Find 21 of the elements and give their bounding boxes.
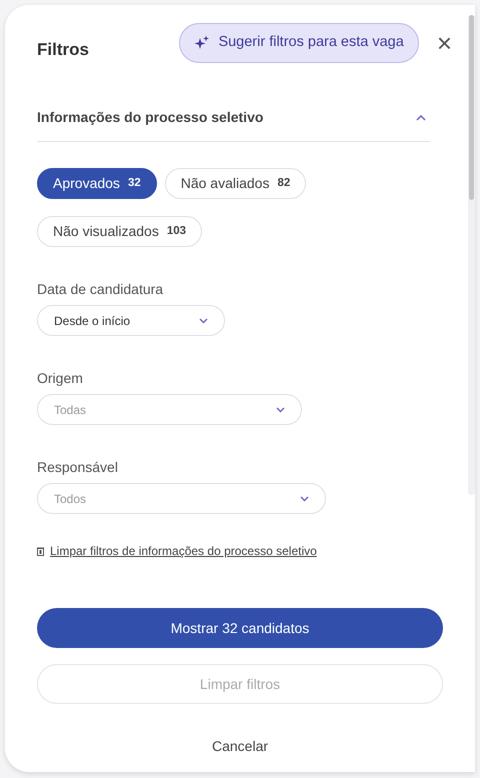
close-button[interactable]: ×	[436, 30, 452, 56]
show-candidates-button[interactable]: Mostrar 32 candidatos	[37, 608, 443, 648]
sparkle-icon	[194, 35, 210, 51]
chevron-up-icon[interactable]	[416, 114, 426, 120]
section-title: Informações do processo seletivo	[37, 108, 264, 127]
filter-chip[interactable]: Não avaliados 82	[164, 168, 306, 199]
filter-chip[interactable]: Aprovados 32	[37, 168, 157, 199]
clear-section-link[interactable]: Limpar filtros de informações do processo seletivo	[50, 542, 317, 560]
field-label: Data de candidatura	[37, 280, 164, 299]
scrollbar-thumb[interactable]	[469, 15, 474, 200]
dropdown-field[interactable]: Desde o início	[37, 305, 225, 336]
field-label: Origem	[37, 369, 84, 388]
chevron-down-icon	[199, 318, 208, 324]
field-label: Responsável	[37, 458, 119, 477]
filter-chip[interactable]: Não visualizados 103	[37, 216, 202, 247]
chevron-down-icon	[300, 496, 309, 502]
chevron-down-icon	[276, 406, 285, 412]
cancel-button[interactable]: Cancelar	[37, 734, 443, 759]
trash-icon	[37, 546, 44, 556]
suggest-filters-button[interactable]: Sugerir filtros para esta vaga	[179, 23, 419, 63]
panel-title: Filtros	[37, 39, 89, 62]
